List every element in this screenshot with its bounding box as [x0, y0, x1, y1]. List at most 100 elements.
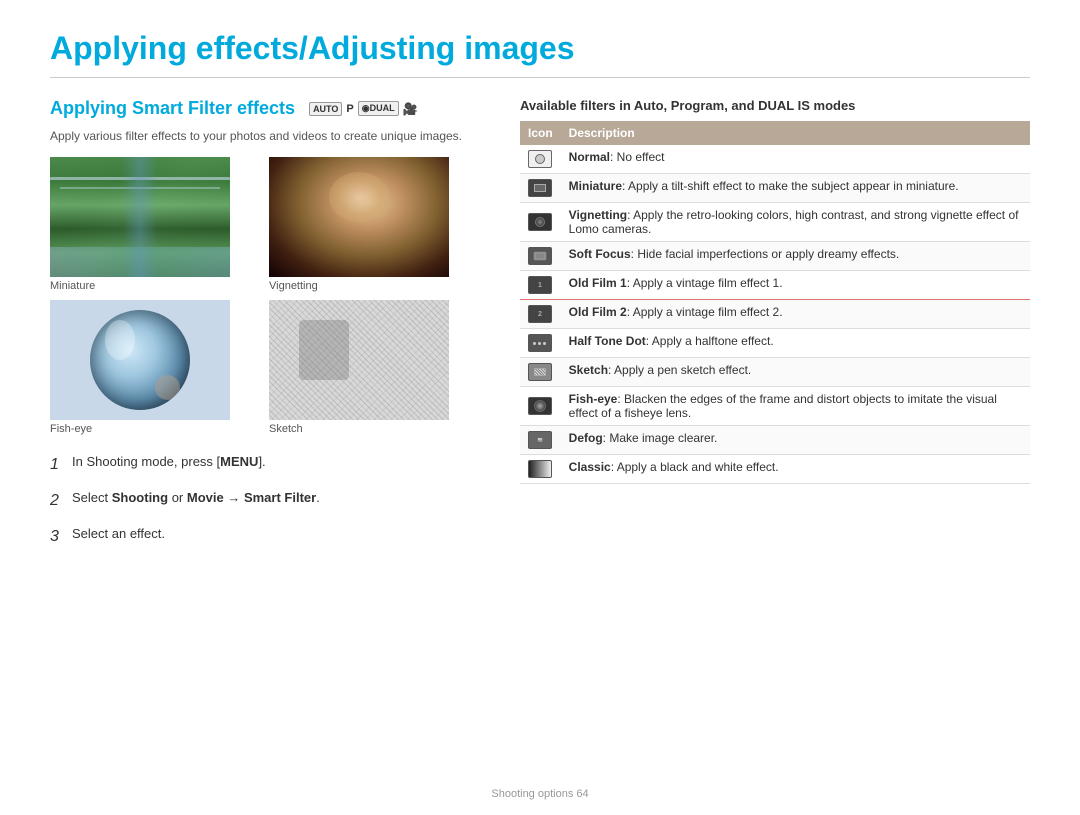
filter-row-oldfilm1: 1 Old Film 1: Apply a vintage film effec… [520, 271, 1030, 300]
table-header-row: Icon Description [520, 121, 1030, 145]
photo-fisheye [50, 300, 230, 420]
section-description: Apply various filter effects to your pho… [50, 127, 480, 145]
icon-cell-fisheye [520, 387, 561, 426]
page-footer: Shooting options 64 [0, 788, 1080, 800]
desc-cell-normal: Normal: No effect [561, 145, 1030, 174]
left-column: Applying Smart Filter effects AUTO P ◉DU… [50, 98, 480, 557]
softfocus-icon [528, 247, 552, 265]
filter-row-softfocus: Soft Focus: Hide facial imperfections or… [520, 242, 1030, 271]
page-title: Applying effects/Adjusting images [50, 30, 1030, 78]
step-1-text: In Shooting mode, press [MENU]. [72, 449, 266, 481]
oldfilm1-icon: 1 [528, 276, 552, 294]
photo-miniature [50, 157, 230, 277]
desc-cell-halftone: Half Tone Dot: Apply a halftone effect. [561, 329, 1030, 358]
photo-label-fisheye: Fish-eye [50, 423, 261, 435]
filter-row-classic: Classic: Apply a black and white effect. [520, 455, 1030, 484]
filter-row-defog: ≋ Defog: Make image clearer. [520, 426, 1030, 455]
photo-label-vignetting: Vignetting [269, 280, 480, 292]
desc-oldfilm2: Old Film 2: Apply a vintage film effect … [569, 305, 783, 319]
filter-row-miniature: Miniature: Apply a tilt-shift effect to … [520, 174, 1030, 203]
step-3: 3 Select an effect. [50, 521, 480, 553]
icon-cell-miniature [520, 174, 561, 203]
icon-cell-vignetting [520, 203, 561, 242]
col-icon: Icon [520, 121, 561, 145]
desc-miniature: Miniature: Apply a tilt-shift effect to … [569, 179, 959, 193]
mode-icons: AUTO P ◉DUAL 🎥 [309, 101, 418, 116]
step-2: 2 Select Shooting or Movie → Smart Filte… [50, 485, 480, 517]
step-3-num: 3 [50, 521, 64, 553]
desc-cell-oldfilm2: Old Film 2: Apply a vintage film effect … [561, 300, 1030, 329]
section-title: Applying Smart Filter effects AUTO P ◉DU… [50, 98, 480, 119]
icon-cell-classic [520, 455, 561, 484]
mode-auto: AUTO [309, 102, 342, 116]
steps-list: 1 In Shooting mode, press [MENU]. 2 Sele… [50, 449, 480, 553]
photo-label-sketch: Sketch [269, 423, 480, 435]
desc-classic: Classic: Apply a black and white effect. [569, 460, 779, 474]
classic-icon [528, 460, 552, 478]
photo-grid: Miniature Vignetting [50, 157, 480, 435]
icon-cell-softfocus [520, 242, 561, 271]
desc-fisheye: Fish-eye: Blacken the edges of the frame… [569, 392, 997, 420]
desc-normal: Normal: No effect [569, 150, 665, 164]
page-container: Applying effects/Adjusting images Applyi… [0, 0, 1080, 815]
photo-item-sketch: Sketch [269, 300, 480, 435]
step-2-text: Select Shooting or Movie → Smart Filter. [72, 485, 320, 517]
filter-row-halftone: Half Tone Dot: Apply a halftone effect. [520, 329, 1030, 358]
right-section-title: Available filters in Auto, Program, and … [520, 98, 1030, 113]
icon-cell-sketch [520, 358, 561, 387]
oldfilm2-icon: 2 [528, 305, 552, 323]
mode-p: P [346, 103, 353, 115]
step-1: 1 In Shooting mode, press [MENU]. [50, 449, 480, 481]
filter-row-normal: Normal: No effect [520, 145, 1030, 174]
photo-label-miniature: Miniature [50, 280, 261, 292]
photo-item-vignetting: Vignetting [269, 157, 480, 292]
section-title-text: Applying Smart Filter effects [50, 98, 295, 119]
icon-cell-oldfilm2: 2 [520, 300, 561, 329]
footer-text: Shooting options 64 [491, 788, 588, 800]
mode-dual: ◉DUAL [358, 101, 399, 116]
fisheye-image [50, 300, 230, 420]
sketch-icon [528, 363, 552, 381]
filter-row-sketch: Sketch: Apply a pen sketch effect. [520, 358, 1030, 387]
desc-cell-sketch: Sketch: Apply a pen sketch effect. [561, 358, 1030, 387]
icon-cell-oldfilm1: 1 [520, 271, 561, 300]
desc-oldfilm1: Old Film 1: Apply a vintage film effect … [569, 276, 783, 290]
fisheye-icon [528, 397, 552, 415]
desc-cell-vignetting: Vignetting: Apply the retro-looking colo… [561, 203, 1030, 242]
filter-table: Icon Description Normal: No effect [520, 121, 1030, 484]
desc-cell-classic: Classic: Apply a black and white effect. [561, 455, 1030, 484]
filter-row-fisheye: Fish-eye: Blacken the edges of the frame… [520, 387, 1030, 426]
desc-cell-softfocus: Soft Focus: Hide facial imperfections or… [561, 242, 1030, 271]
desc-halftone: Half Tone Dot: Apply a halftone effect. [569, 334, 774, 348]
desc-vignetting: Vignetting: Apply the retro-looking colo… [569, 208, 1019, 236]
filter-row-oldfilm2: 2 Old Film 2: Apply a vintage film effec… [520, 300, 1030, 329]
normal-icon [528, 150, 552, 168]
right-column: Available filters in Auto, Program, and … [520, 98, 1030, 557]
photo-vignetting [269, 157, 449, 277]
desc-cell-defog: Defog: Make image clearer. [561, 426, 1030, 455]
step-1-num: 1 [50, 449, 64, 481]
desc-cell-fisheye: Fish-eye: Blacken the edges of the frame… [561, 387, 1030, 426]
miniature-image [50, 157, 230, 277]
icon-cell-defog: ≋ [520, 426, 561, 455]
vignetting-image [269, 157, 449, 277]
vignetting-icon [528, 213, 552, 231]
sketch-image [269, 300, 449, 420]
photo-sketch [269, 300, 449, 420]
desc-sketch: Sketch: Apply a pen sketch effect. [569, 363, 752, 377]
col-description: Description [561, 121, 1030, 145]
halftone-icon [528, 334, 552, 352]
photo-item-fisheye: Fish-eye [50, 300, 261, 435]
filter-row-vignetting: Vignetting: Apply the retro-looking colo… [520, 203, 1030, 242]
defog-icon: ≋ [528, 431, 552, 449]
mode-video: 🎥 [403, 102, 418, 116]
step-2-num: 2 [50, 485, 64, 517]
photo-item-miniature: Miniature [50, 157, 261, 292]
step-3-text: Select an effect. [72, 521, 165, 553]
icon-cell-halftone [520, 329, 561, 358]
desc-softfocus: Soft Focus: Hide facial imperfections or… [569, 247, 900, 261]
desc-defog: Defog: Make image clearer. [569, 431, 718, 445]
icon-cell-normal [520, 145, 561, 174]
desc-cell-miniature: Miniature: Apply a tilt-shift effect to … [561, 174, 1030, 203]
content-area: Applying Smart Filter effects AUTO P ◉DU… [50, 98, 1030, 557]
